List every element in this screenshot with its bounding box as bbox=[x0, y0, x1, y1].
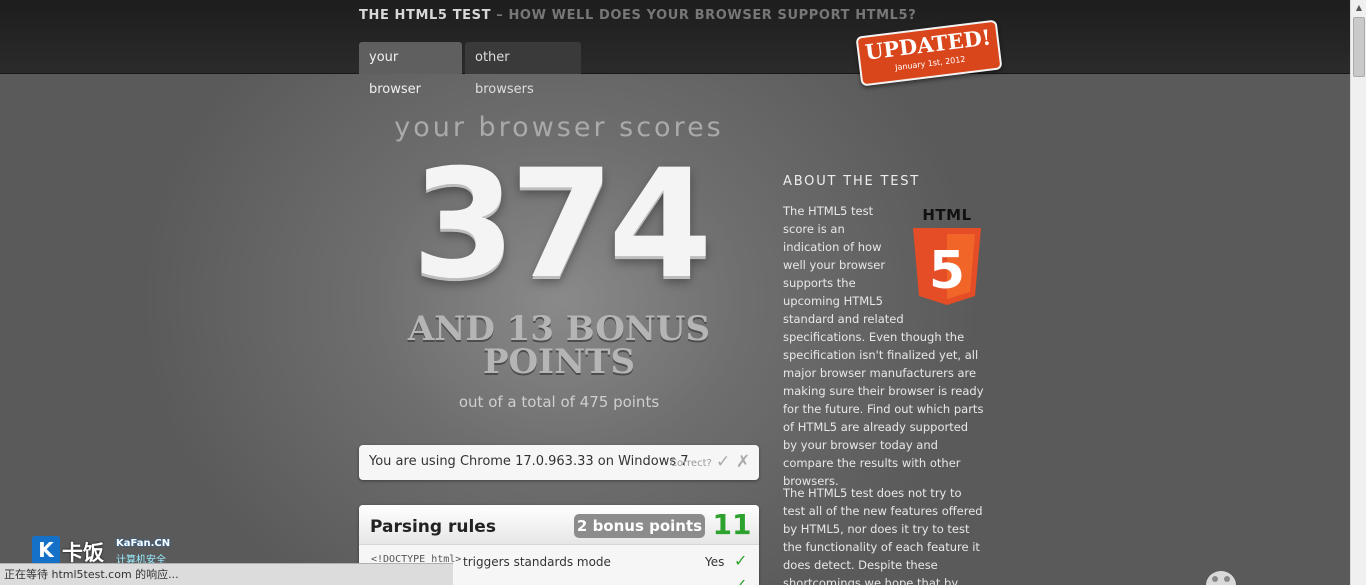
about-paragraph-1: HTML 5 The HTML5 test score is an indica… bbox=[783, 202, 985, 490]
bonus-points-line1: AND 13 BONUS bbox=[407, 309, 711, 349]
correct-label: Correct? bbox=[670, 458, 712, 469]
score-total: out of a total of 475 points bbox=[458, 393, 660, 411]
watermark-k-icon: K bbox=[32, 536, 60, 564]
about-heading: ABOUT THE TEST bbox=[783, 174, 921, 189]
confirm-check-icon[interactable]: ✓ bbox=[716, 452, 730, 472]
scroll-up-arrow-icon[interactable]: ▲ bbox=[1351, 0, 1366, 16]
about-paragraph-2: The HTML5 test does not try to test all … bbox=[783, 486, 983, 585]
vertical-scrollbar[interactable]: ▲ bbox=[1350, 0, 1366, 585]
panel-title: Parsing rules bbox=[370, 517, 496, 537]
score-number: 374 bbox=[411, 138, 712, 312]
robot-mascot-icon bbox=[1206, 571, 1236, 585]
browser-detection-box: You are using Chrome 17.0.963.33 on Wind… bbox=[359, 445, 759, 480]
reject-cross-icon[interactable]: ✗ bbox=[736, 452, 750, 472]
row-result: Yes bbox=[705, 555, 725, 569]
tab-your-browser[interactable]: your browser bbox=[359, 42, 462, 97]
site-title-main: THE HTML5 TEST bbox=[359, 8, 492, 23]
site-title-sub: – HOW WELL DOES YOUR BROWSER SUPPORT HTM… bbox=[496, 8, 917, 23]
watermark-domain: KaFan.CN bbox=[116, 538, 171, 549]
pass-check-icon: ✓ bbox=[734, 551, 748, 570]
html5-logo-word: HTML bbox=[922, 206, 972, 224]
tab-other-browsers[interactable]: other browsers bbox=[465, 42, 581, 97]
bonus-points-line2: POINTS bbox=[482, 342, 636, 382]
panel-score: 11 bbox=[712, 508, 752, 541]
scroll-thumb[interactable] bbox=[1353, 17, 1365, 77]
bonus-points-badge: 2 bonus points bbox=[574, 514, 705, 538]
html5-digit: 5 bbox=[929, 241, 965, 301]
top-header: THE HTML5 TEST – HOW WELL DOES YOUR BROW… bbox=[0, 0, 1350, 97]
html5-logo: HTML 5 bbox=[909, 204, 985, 308]
panel-header: Parsing rules 2 bonus points 11 bbox=[359, 505, 759, 545]
status-bar: 正在等待 html5test.com 的响应... bbox=[0, 563, 453, 585]
row-label: triggers standards mode bbox=[463, 555, 611, 569]
site-title[interactable]: THE HTML5 TEST – HOW WELL DOES YOUR BROW… bbox=[359, 8, 916, 23]
pass-check-icon: ✓ bbox=[734, 575, 748, 585]
browser-detected-text: You are using Chrome 17.0.963.33 on Wind… bbox=[369, 454, 689, 469]
